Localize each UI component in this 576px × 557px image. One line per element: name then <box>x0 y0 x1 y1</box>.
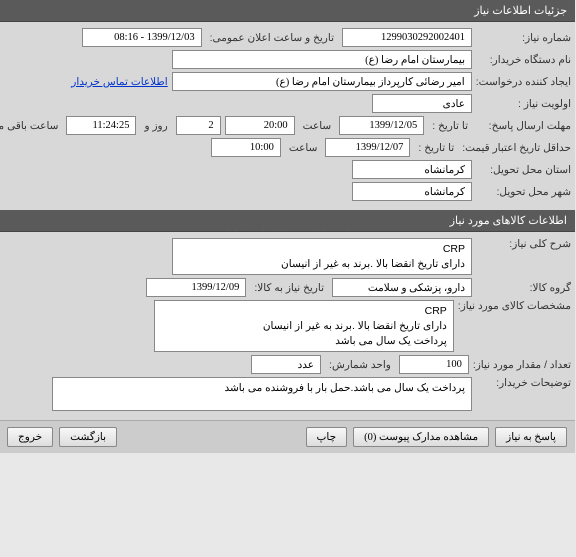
priority-input[interactable] <box>373 94 473 113</box>
quantity-label: تعداد / مقدار مورد نیاز: <box>474 359 572 371</box>
goods-group-input[interactable] <box>333 278 473 297</box>
time-label-1: ساعت <box>300 120 337 132</box>
section1-form: شماره نیاز: تاریخ و ساعت اعلان عمومی: نا… <box>0 22 576 210</box>
exit-button[interactable]: خروج <box>8 427 54 447</box>
delivery-province-input[interactable] <box>353 160 473 179</box>
print-button[interactable]: چاپ <box>307 427 349 447</box>
delivery-city-input[interactable] <box>353 182 473 201</box>
buyer-notes-input[interactable]: پرداخت یک سال می باشد.حمل بار با فروشنده… <box>53 377 473 411</box>
goods-spec-input[interactable]: CRPدارای تاریخ انقضا بالا .برند به غیر ا… <box>155 300 455 352</box>
days-input[interactable] <box>177 116 222 135</box>
delivery-city-label: شهر محل تحویل: <box>477 186 572 198</box>
view-attachments-button[interactable]: مشاهده مدارک پیوست (0) <box>354 427 490 447</box>
back-button[interactable]: بازگشت <box>60 427 118 447</box>
need-goods-date-input[interactable] <box>147 278 247 297</box>
general-desc-label: شرح کلی نیاز: <box>477 238 572 250</box>
to-date-label: تا تاریخ : <box>429 120 473 132</box>
creator-input[interactable] <box>173 72 473 91</box>
buyer-org-input[interactable] <box>173 50 473 69</box>
respond-button[interactable]: پاسخ به نیاز <box>496 427 568 447</box>
remaining-label: ساعت باقی مانده <box>0 120 63 132</box>
unit-input[interactable] <box>252 355 322 374</box>
contact-link[interactable]: اطلاعات تماس خریدار <box>72 76 168 88</box>
deadline-label: مهلت ارسال پاسخ: <box>477 120 572 132</box>
announce-date-label: تاریخ و ساعت اعلان عمومی: <box>207 32 339 44</box>
deadline-time-input[interactable] <box>226 116 296 135</box>
unit-label: واحد شمارش: <box>326 359 396 371</box>
validity-time-input[interactable] <box>212 138 282 157</box>
need-number-label: شماره نیاز: <box>477 32 572 44</box>
goods-spec-label: مشخصات کالای مورد نیاز: <box>459 300 572 312</box>
section2-header: اطلاعات کالاهای مورد نیاز <box>0 210 576 232</box>
delivery-province-label: استان محل تحویل: <box>477 164 572 176</box>
need-number-input[interactable] <box>343 28 473 47</box>
need-goods-date-label: تاریخ نیاز به کالا: <box>251 282 329 294</box>
deadline-date-input[interactable] <box>340 116 425 135</box>
general-desc-input[interactable]: CRPدارای تاریخ انقضا بالا .برند به غیر ا… <box>173 238 473 275</box>
section2-form: شرح کلی نیاز: CRPدارای تاریخ انقضا بالا … <box>0 232 576 420</box>
time-label-2: ساعت <box>286 142 323 154</box>
buyer-notes-label: توضیحات خریدار: <box>477 377 572 389</box>
days-label: روز و <box>141 120 172 132</box>
to-date-label-2: تا تاریخ : <box>415 142 459 154</box>
announce-date-input[interactable] <box>83 28 203 47</box>
priority-label: اولویت نیاز : <box>477 98 572 110</box>
countdown-input[interactable] <box>67 116 137 135</box>
section1-header: جزئیات اطلاعات نیاز <box>0 0 576 22</box>
creator-label: ایجاد کننده درخواست: <box>477 76 572 88</box>
quantity-input[interactable] <box>400 355 470 374</box>
validity-label: حداقل تاریخ اعتبار قیمت: <box>463 142 572 154</box>
button-bar: پاسخ به نیاز مشاهده مدارک پیوست (0) چاپ … <box>0 420 576 453</box>
validity-date-input[interactable] <box>326 138 411 157</box>
buyer-org-label: نام دستگاه خریدار: <box>477 54 572 66</box>
goods-group-label: گروه کالا: <box>477 282 572 294</box>
